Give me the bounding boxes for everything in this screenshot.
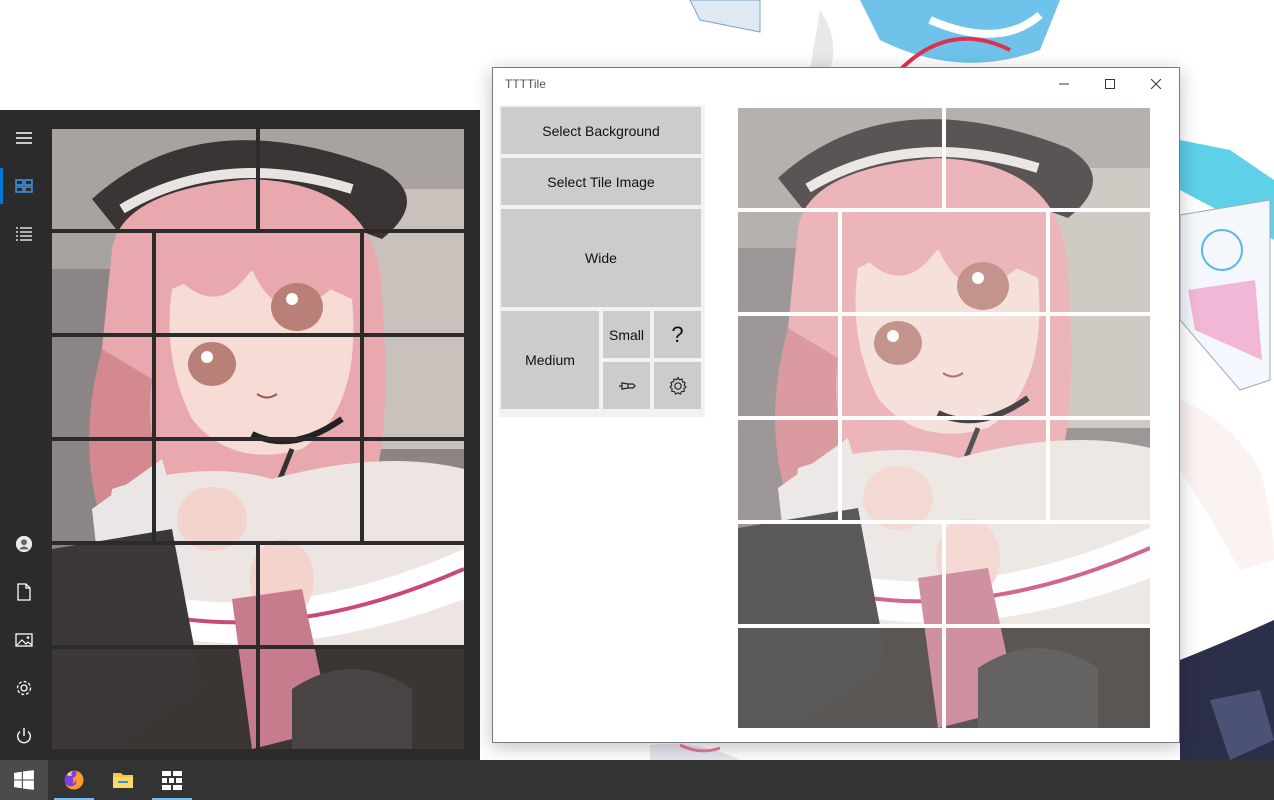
minimize-button[interactable] (1041, 68, 1087, 100)
windows-start-icon (14, 770, 34, 790)
user-account-button[interactable] (0, 520, 48, 568)
start-menu-tile-grid[interactable] (52, 129, 464, 749)
pin-icon (618, 381, 636, 390)
close-icon (1151, 79, 1161, 89)
window-titlebar[interactable]: TTTTile (493, 68, 1179, 100)
small-tile-button[interactable]: Small (603, 311, 650, 358)
start-menu-rail (0, 110, 48, 760)
start-menu (0, 110, 480, 760)
firefox-icon (64, 770, 84, 790)
hamburger-menu-button[interactable] (0, 114, 48, 162)
documents-icon (17, 583, 31, 601)
user-icon (15, 535, 33, 553)
all-apps-button[interactable] (0, 210, 48, 258)
documents-button[interactable] (0, 568, 48, 616)
pictures-button[interactable] (0, 616, 48, 664)
tile-artwork (52, 129, 464, 749)
tile-controls-panel: Select Background Select Tile Image Wide… (499, 105, 705, 417)
tile-preview-canvas[interactable] (738, 108, 1150, 728)
close-button[interactable] (1133, 68, 1179, 100)
select-tile-image-button[interactable]: Select Tile Image (501, 158, 701, 205)
maximize-button[interactable] (1087, 68, 1133, 100)
medium-tile-button[interactable]: Medium (501, 311, 599, 409)
app-settings-button[interactable] (654, 362, 701, 409)
all-apps-list-icon (16, 227, 32, 241)
taskbar-file-explorer[interactable] (99, 760, 147, 800)
preview-artwork (738, 108, 1150, 728)
ttttile-app-icon (162, 771, 182, 790)
settings-icon (16, 680, 32, 696)
select-background-button[interactable]: Select Background (501, 107, 701, 154)
file-explorer-icon (113, 773, 133, 788)
window-title: TTTTile (505, 77, 546, 91)
maximize-icon (1105, 79, 1115, 89)
settings-button[interactable] (0, 664, 48, 712)
minimize-icon (1059, 83, 1069, 85)
tiles-icon (15, 179, 33, 193)
hamburger-icon (16, 132, 32, 144)
power-button[interactable] (0, 712, 48, 760)
start-button[interactable] (0, 760, 48, 800)
power-icon (17, 728, 31, 744)
taskbar-firefox[interactable] (50, 760, 98, 800)
taskbar (0, 760, 1274, 800)
wide-tile-button[interactable]: Wide (501, 209, 701, 307)
tiles-view-button[interactable] (0, 162, 48, 210)
taskbar-ttttile[interactable] (148, 760, 196, 800)
ttttile-app-window: TTTTile Select Background Select Tile Im… (492, 67, 1180, 743)
pictures-icon (15, 633, 33, 647)
help-button[interactable]: ? (654, 311, 701, 358)
gear-icon (668, 375, 687, 395)
pin-button[interactable] (603, 362, 650, 409)
